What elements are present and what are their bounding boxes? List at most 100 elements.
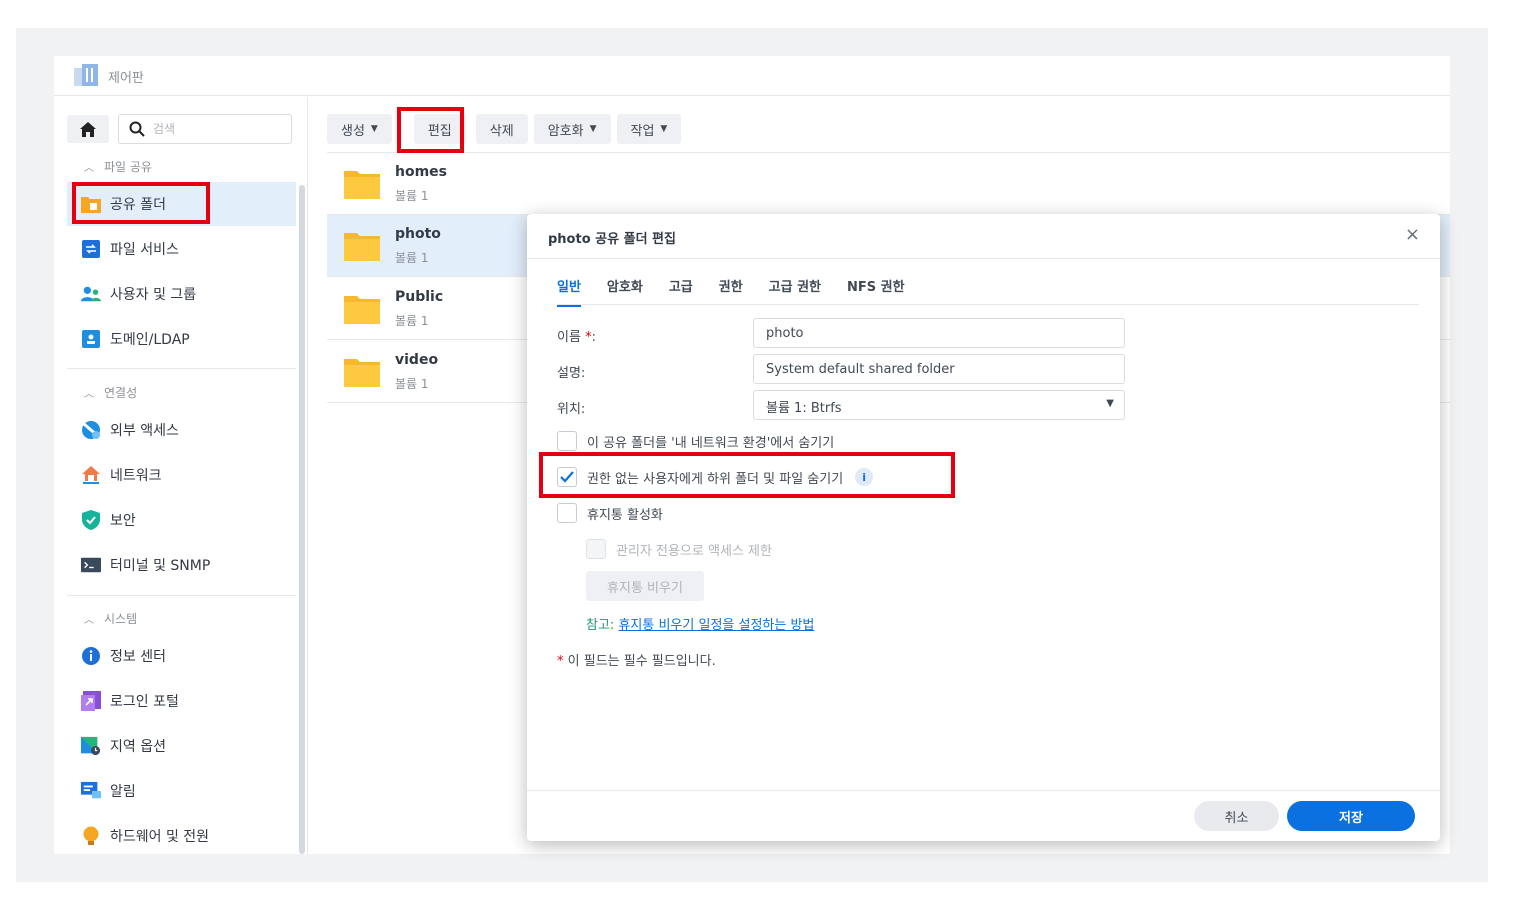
edit-button[interactable]: 편집 — [413, 114, 466, 144]
cancel-button[interactable]: 취소 — [1194, 801, 1279, 831]
dialog-header-divider — [527, 258, 1440, 259]
hide-subfolders-option[interactable]: 권한 없는 사용자에게 하위 폴더 및 파일 숨기기 i — [557, 467, 874, 487]
section-system[interactable]: ︿ 시스템 — [84, 610, 137, 627]
sidebar-item-regional-options[interactable]: 지역 옵션 — [67, 724, 296, 768]
caret-down-icon: ▼ — [589, 124, 597, 134]
folder-icon — [344, 233, 380, 261]
search-input[interactable] — [153, 119, 283, 139]
shared-folder-icon — [81, 194, 101, 214]
empty-recycle-bin-button: 휴지통 비우기 — [586, 571, 704, 601]
admin-only-checkbox — [586, 539, 606, 559]
sidebar-item-login-portal[interactable]: 로그인 포털 — [67, 679, 296, 723]
sidebar-item-security[interactable]: 보안 — [67, 498, 296, 542]
domain-icon — [81, 329, 101, 349]
edit-shared-folder-dialog: photo 공유 폴더 편집 × 일반 암호화 고급 권한 고급 권한 NFS … — [527, 214, 1440, 841]
description-field[interactable] — [753, 354, 1125, 384]
caret-down-icon: ▼ — [370, 124, 378, 134]
external-access-icon — [81, 420, 101, 440]
search-box — [118, 114, 292, 144]
sidebar-item-domain-ldap[interactable]: 도메인/LDAP — [67, 317, 296, 361]
folder-name: homes — [395, 164, 448, 180]
chevron-up-icon: ︿ — [84, 615, 94, 626]
sidebar: ︿파일 공유 공유 폴더 파일 서비스 사용자 및 그룹 도메인/LDAP ︿연… — [54, 97, 308, 854]
tab-encryption[interactable]: 암호화 — [607, 276, 643, 307]
folder-volume: 볼륨 1 — [395, 189, 429, 203]
tab-nfs-permissions[interactable]: NFS 권한 — [847, 276, 905, 307]
sidebar-item-network[interactable]: 네트워크 — [67, 453, 296, 497]
network-icon — [81, 465, 101, 485]
admin-only-option: 관리자 전용으로 액세스 제한 — [586, 539, 772, 559]
info-icon[interactable]: i — [855, 468, 874, 486]
home-button[interactable] — [67, 115, 109, 143]
folder-name: photo — [395, 226, 441, 242]
checkmark-icon — [560, 471, 574, 483]
location-label: 위치: — [557, 402, 586, 417]
toolbar: 생성 ▼ 편집 삭제 암호화 ▼ 작업 ▼ — [327, 114, 682, 144]
chevron-up-icon: ︿ — [84, 163, 94, 174]
delete-button[interactable]: 삭제 — [475, 114, 528, 144]
tabs-divider — [557, 304, 1419, 305]
name-label: 이름 *: — [557, 330, 596, 345]
recycle-bin-checkbox[interactable] — [557, 503, 577, 523]
tab-advanced[interactable]: 고급 — [669, 276, 693, 307]
sidebar-scrollbar[interactable] — [299, 185, 305, 854]
sidebar-item-terminal-snmp[interactable]: 터미널 및 SNMP — [67, 543, 296, 587]
sidebar-item-info-center[interactable]: 정보 센터 — [67, 634, 296, 678]
folder-icon — [344, 296, 380, 324]
caret-down-icon: ▼ — [660, 124, 668, 134]
dialog-tabs: 일반 암호화 고급 권한 고급 권한 NFS 권한 — [557, 276, 905, 307]
sidebar-divider — [67, 368, 296, 369]
action-button[interactable]: 작업 ▼ — [616, 114, 682, 144]
search-icon — [129, 121, 145, 137]
hide-network-option[interactable]: 이 공유 폴더를 '내 네트워크 환경'에서 숨기기 — [557, 431, 834, 451]
folder-icon — [344, 171, 380, 199]
info-center-icon — [81, 646, 101, 666]
sidebar-item-users-groups[interactable]: 사용자 및 그룹 — [67, 272, 296, 316]
save-button[interactable]: 저장 — [1287, 801, 1415, 831]
home-icon — [80, 121, 96, 137]
folder-volume: 볼륨 1 — [395, 251, 429, 265]
title-bar: 제어판 — [54, 56, 1450, 96]
description-label: 설명: — [557, 366, 586, 381]
window-title: 제어판 — [108, 71, 144, 86]
section-file-sharing[interactable]: ︿ 파일 공유 — [84, 158, 152, 175]
encrypt-button[interactable]: 암호화 ▼ — [533, 114, 611, 144]
table-row[interactable]: homes 볼륨 1 — [327, 153, 1450, 215]
required-field-note: * 이 필드는 필수 필드입니다. — [557, 654, 716, 669]
name-field[interactable] — [753, 318, 1125, 348]
recycle-bin-option[interactable]: 휴지통 활성화 — [557, 503, 663, 523]
folder-name: video — [395, 352, 439, 368]
location-select[interactable]: 볼륨 1: Btrfs ▼ — [753, 390, 1125, 420]
shield-icon — [81, 510, 101, 530]
folder-volume: 볼륨 1 — [395, 314, 429, 328]
sidebar-item-hardware-power[interactable]: 하드웨어 및 전원 — [67, 814, 296, 854]
sidebar-item-shared-folder[interactable]: 공유 폴더 — [67, 182, 296, 226]
sidebar-item-external-access[interactable]: 외부 액세스 — [67, 408, 296, 452]
dialog-title: photo 공유 폴더 편집 — [548, 232, 676, 247]
login-portal-icon — [81, 691, 101, 711]
folder-volume: 볼륨 1 — [395, 377, 429, 391]
dialog-footer-divider — [527, 790, 1440, 791]
tab-general[interactable]: 일반 — [557, 276, 581, 307]
create-button[interactable]: 생성 ▼ — [327, 114, 392, 144]
folder-name: Public — [395, 289, 444, 305]
section-connectivity[interactable]: ︿ 연결성 — [84, 384, 137, 401]
hide-network-checkbox[interactable] — [557, 431, 577, 451]
tab-advanced-permissions[interactable]: 고급 권한 — [769, 276, 821, 307]
lightbulb-icon — [81, 826, 101, 846]
hide-subfolders-checkbox[interactable] — [557, 467, 577, 487]
recycle-bin-schedule-link[interactable]: 휴지통 비우기 일정을 설정하는 방법 — [618, 618, 814, 633]
notification-icon — [81, 781, 101, 801]
folder-icon — [344, 359, 380, 387]
control-panel-icon — [74, 64, 98, 86]
file-services-icon — [81, 239, 101, 259]
sidebar-item-notification[interactable]: 알림 — [67, 769, 296, 813]
recycle-bin-note: 참고: 휴지통 비우기 일정을 설정하는 방법 — [586, 618, 815, 633]
regional-options-icon — [81, 736, 101, 756]
sidebar-item-file-services[interactable]: 파일 서비스 — [67, 227, 296, 271]
caret-down-icon: ▼ — [1106, 398, 1114, 409]
sidebar-divider — [67, 595, 296, 596]
tab-permissions[interactable]: 권한 — [719, 276, 743, 307]
close-icon[interactable]: × — [1405, 224, 1420, 245]
terminal-icon — [81, 555, 101, 575]
